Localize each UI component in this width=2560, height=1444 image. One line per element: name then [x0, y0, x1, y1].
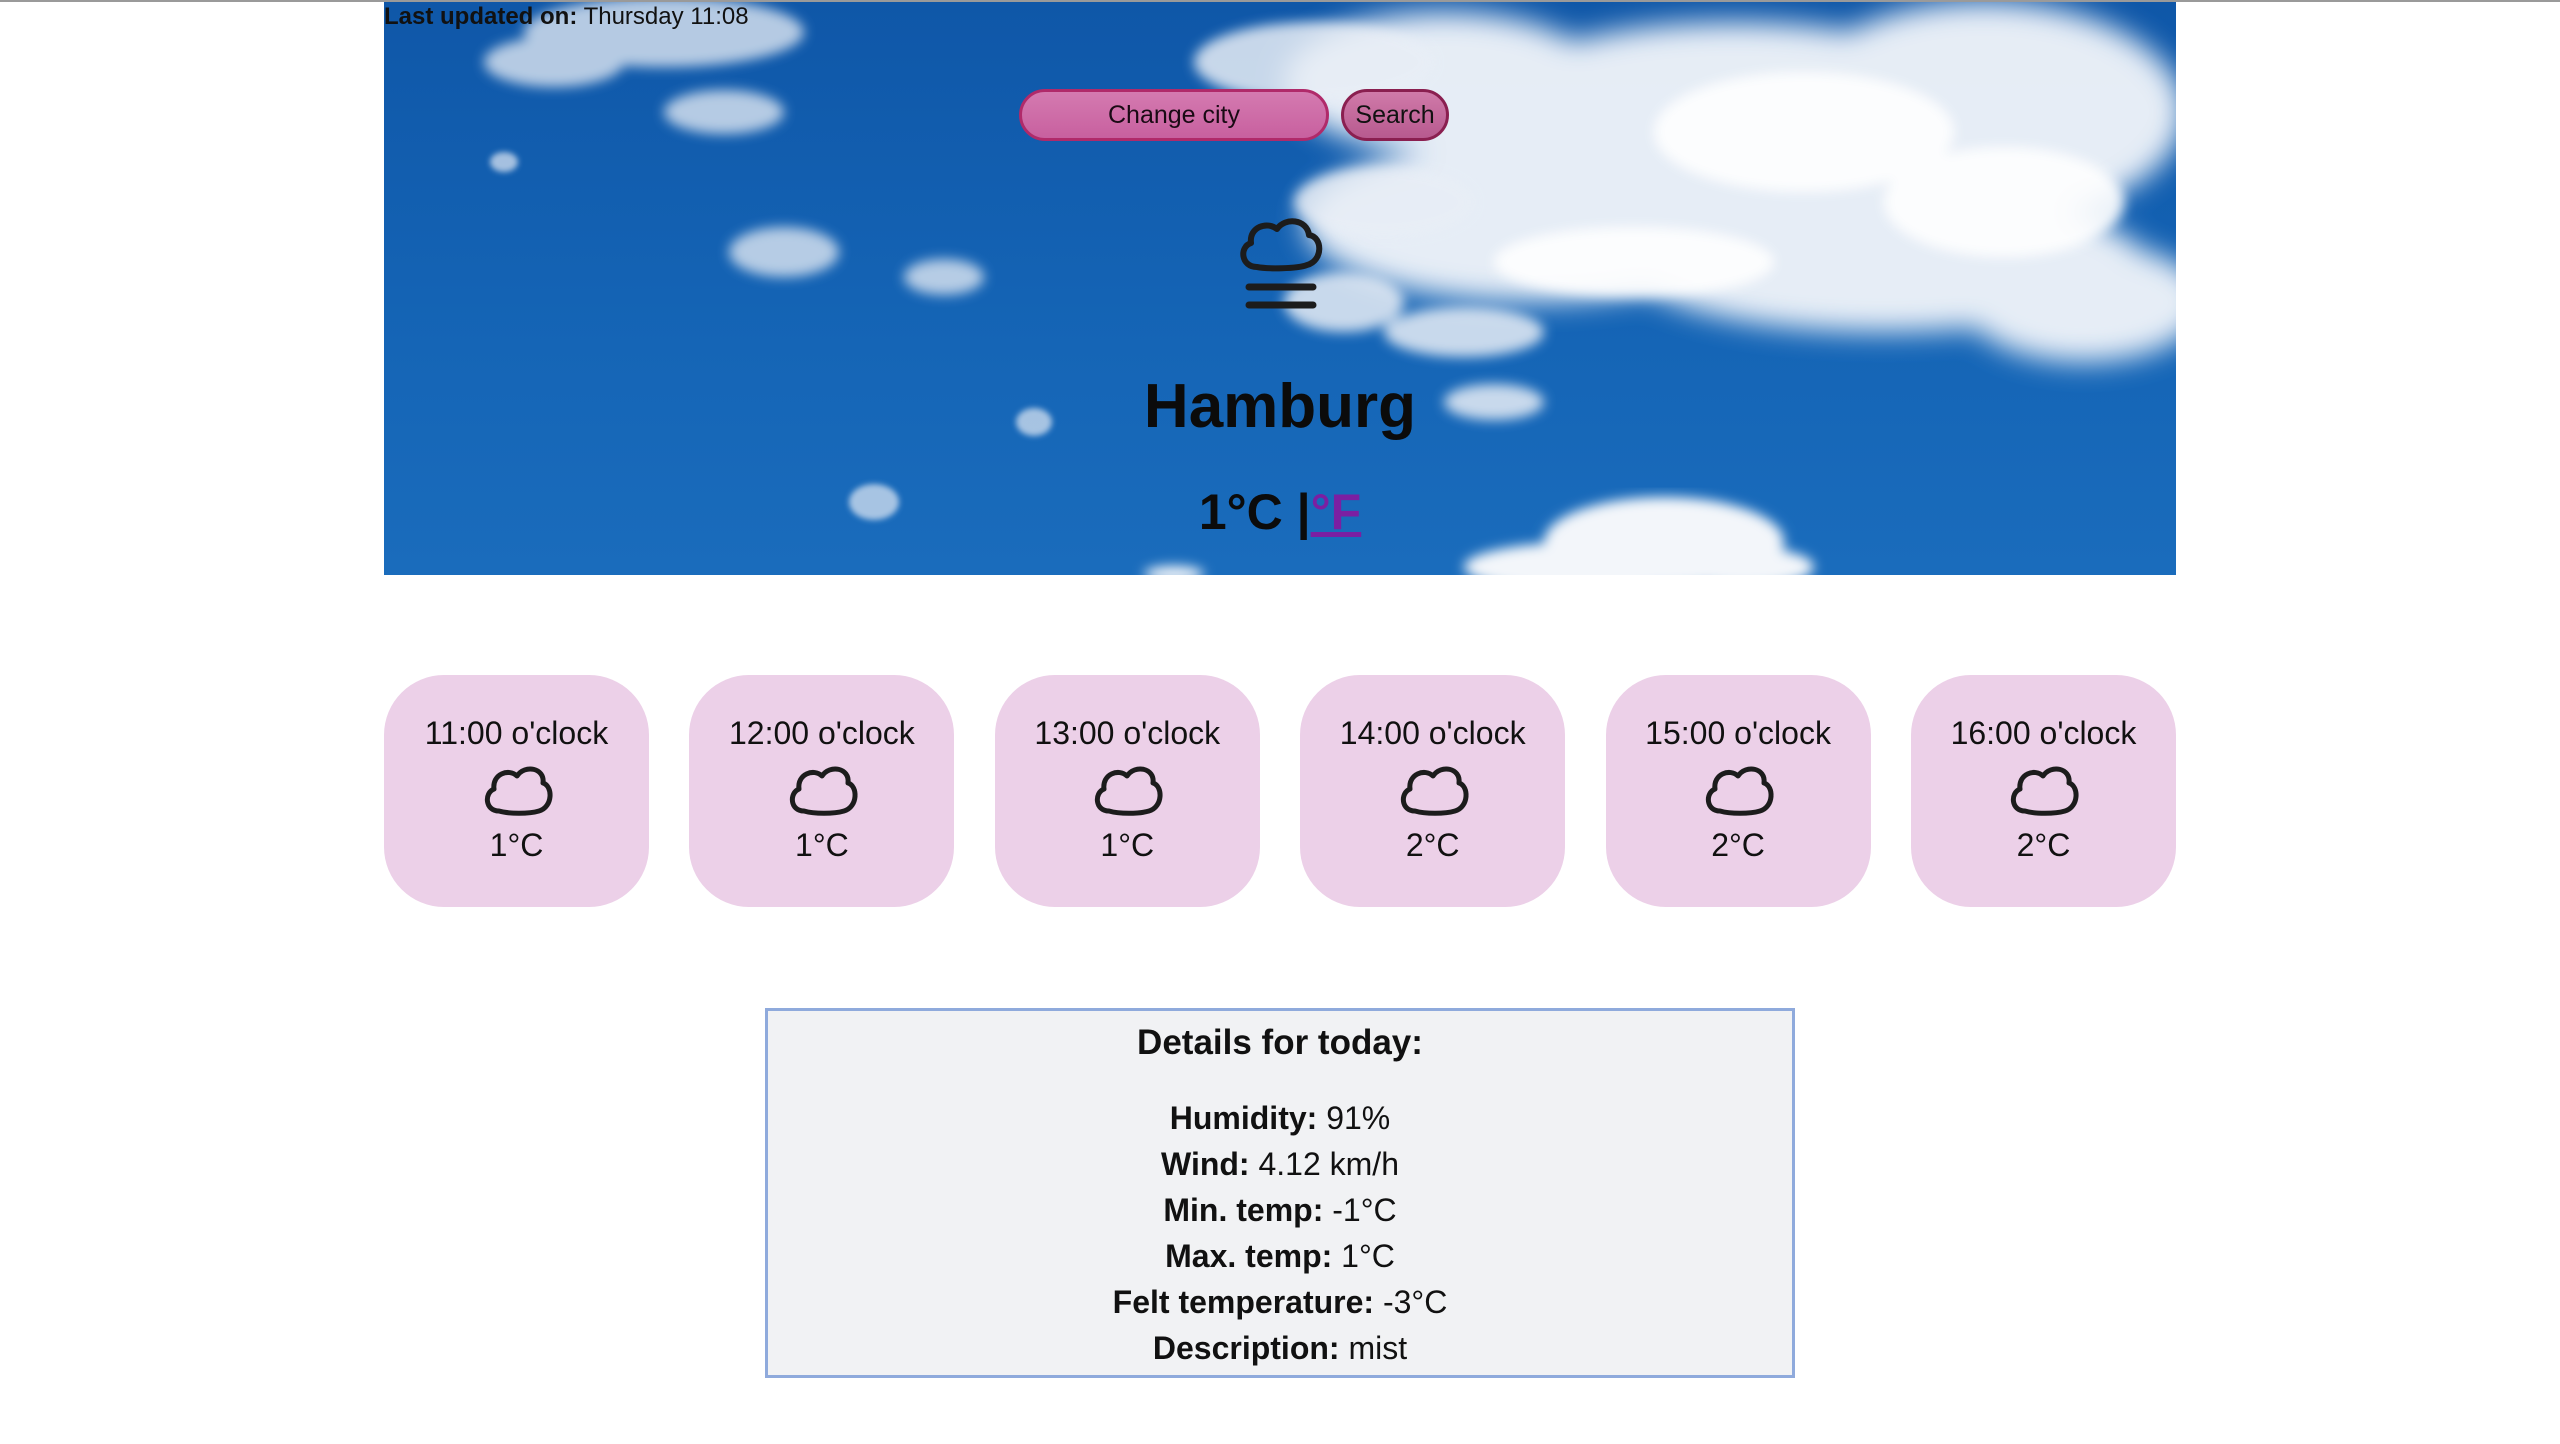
detail-humidity: Humidity: 91%	[768, 1095, 1792, 1141]
last-updated: Last updated on: Thursday 11:08	[384, 2, 749, 32]
cloud-icon	[1400, 766, 1469, 816]
last-updated-label: Last updated on:	[384, 3, 578, 30]
forecast-card: 11:00 o'clock 1°C	[384, 675, 649, 907]
detail-max-temp: Max. temp: 1°C	[768, 1233, 1792, 1279]
detail-label: Humidity:	[1169, 1100, 1318, 1136]
forecast-temperature: 1°C	[795, 827, 849, 863]
unit-separator: |	[1296, 484, 1311, 540]
forecast-time: 16:00 o'clock	[1950, 715, 2137, 751]
details-list: Humidity: 91% Wind: 4.12 km/h Min. temp:…	[768, 1095, 1792, 1371]
last-updated-value: Thursday 11:08	[583, 3, 749, 30]
cloud-icon	[2011, 766, 2079, 816]
search-button[interactable]: Search	[1341, 89, 1449, 141]
mist-icon	[1240, 218, 1323, 309]
detail-label: Max. temp:	[1165, 1238, 1333, 1274]
detail-value: 4.12 km/h	[1258, 1146, 1399, 1182]
fahrenheit-link[interactable]: °F	[1311, 484, 1362, 540]
detail-felt-temp: Felt temperature: -3°C	[768, 1279, 1792, 1325]
detail-label: Min. temp:	[1163, 1192, 1324, 1228]
detail-value: 1°C	[1341, 1238, 1395, 1274]
search-form: Search	[1019, 89, 1449, 141]
forecast-time: 15:00 o'clock	[1645, 715, 1831, 751]
forecast-temperature: 2°C	[1711, 827, 1765, 863]
forecast-time: 12:00 o'clock	[729, 715, 915, 751]
temperature-celsius: 1°C	[1198, 484, 1283, 540]
forecast-card: 12:00 o'clock 1°C	[689, 675, 955, 907]
forecast-card: 16:00 o'clock 2°C	[1910, 675, 2176, 907]
detail-min-temp: Min. temp: -1°C	[768, 1187, 1792, 1233]
forecast-card: 14:00 o'clock 2°C	[1300, 675, 1566, 907]
forecast-temperature: 2°C	[1405, 827, 1460, 863]
detail-label: Felt temperature:	[1112, 1284, 1375, 1320]
detail-wind: Wind: 4.12 km/h	[768, 1141, 1792, 1187]
detail-label: Wind:	[1161, 1146, 1250, 1182]
detail-value: 91%	[1326, 1100, 1391, 1136]
cloud-icon	[484, 766, 552, 816]
detail-value: -1°C	[1332, 1192, 1397, 1228]
weather-hero: Last updated on: Thursday 11:08 Search H…	[384, 2, 2176, 575]
hourly-forecast: 11:00 o'clock 1°C 12:00 o'clock 1°C 13:0…	[384, 675, 2176, 907]
details-panel: Details for today: Humidity: 91% Wind: 4…	[765, 1008, 1795, 1378]
details-title: Details for today:	[1137, 1023, 1423, 1062]
forecast-card: 13:00 o'clock 1°C	[994, 675, 1260, 907]
forecast-time: 11:00 o'clock	[424, 715, 609, 751]
detail-label: Description:	[1152, 1330, 1340, 1366]
forecast-time: 14:00 o'clock	[1339, 715, 1526, 751]
detail-value: mist	[1348, 1330, 1408, 1366]
cloud-icon	[1095, 766, 1163, 816]
city-name: Hamburg	[1143, 372, 1417, 441]
forecast-card: 15:00 o'clock 2°C	[1605, 675, 1871, 907]
forecast-time: 13:00 o'clock	[1034, 715, 1221, 751]
cloud-icon	[1706, 766, 1774, 816]
cloud-icon	[789, 766, 858, 816]
detail-value: -3°C	[1382, 1284, 1448, 1320]
forecast-temperature: 1°C	[1100, 827, 1155, 863]
detail-description: Description: mist	[768, 1325, 1792, 1371]
forecast-temperature: 1°C	[489, 827, 544, 863]
current-temperature: 1°C |°F	[384, 477, 2176, 547]
city-search-input[interactable]	[1019, 89, 1329, 141]
forecast-temperature: 2°C	[2016, 827, 2071, 863]
